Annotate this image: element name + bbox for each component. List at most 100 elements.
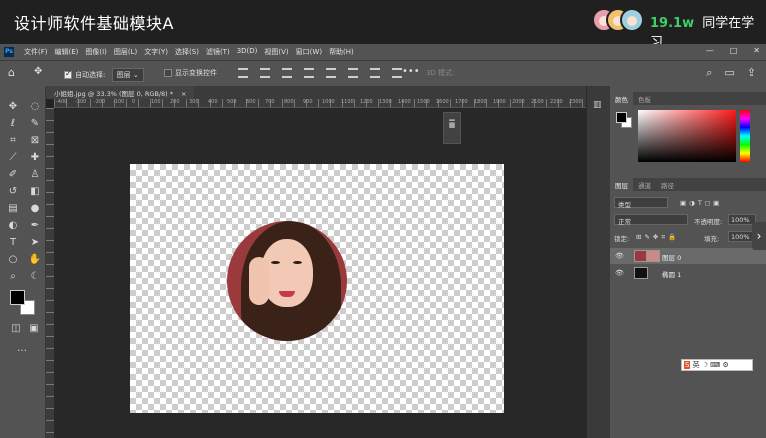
layer-row[interactable]: 👁 图层 0 xyxy=(610,248,766,264)
brush-icon[interactable]: ✐ xyxy=(3,168,23,182)
visibility-icon[interactable]: 👁 xyxy=(615,269,624,277)
frame-icon[interactable]: ⊠ xyxy=(25,134,45,148)
align-left-icon[interactable] xyxy=(238,68,248,78)
color-picker-field[interactable] xyxy=(638,110,736,162)
menu-edit[interactable]: 编辑(E) xyxy=(55,47,79,57)
tab-color[interactable]: 颜色 xyxy=(610,92,633,106)
ruler-label: 400 xyxy=(208,99,218,105)
lock-icons[interactable]: ⊞✎✥⌗🔒 xyxy=(636,233,679,242)
align-bottom-icon[interactable] xyxy=(348,68,358,78)
ruler-label: -400 xyxy=(56,99,68,105)
distribute-icon[interactable] xyxy=(370,68,380,78)
tab-channels[interactable]: 通道 xyxy=(633,178,656,192)
ruler-label: -300 xyxy=(75,99,87,105)
maximize-button[interactable]: □ xyxy=(730,46,738,55)
menu-bar: Ps 文件(F) 编辑(E) 图像(I) 图层(L) 文字(Y) 选择(S) 滤… xyxy=(0,44,766,60)
document-tab[interactable]: 小姐姐.jpg @ 33.3% (图层 0, RGB/8) * × xyxy=(46,86,195,99)
floating-properties-panel[interactable]: ▁ ▦ xyxy=(443,112,461,144)
banana-icon[interactable]: ☾ xyxy=(25,270,45,284)
blend-mode-value: 正常 xyxy=(618,218,631,226)
lasso-icon[interactable]: ℓ xyxy=(3,117,23,131)
menu-file[interactable]: 文件(F) xyxy=(24,47,48,57)
vertical-ruler[interactable] xyxy=(46,108,54,438)
show-transform-checkbox[interactable] xyxy=(164,69,172,77)
ruler-label: 200 xyxy=(170,99,180,105)
share-icon[interactable]: ⇪ xyxy=(747,66,756,80)
portrait-layer[interactable] xyxy=(227,221,347,341)
show-transform-option[interactable]: 显示变换控件 xyxy=(164,68,217,78)
pen-icon[interactable]: ✒ xyxy=(25,219,45,233)
marquee-icon[interactable]: ◌ xyxy=(25,100,45,114)
ime-toolbar[interactable]: S英 ☽ ⌨ ⚙ xyxy=(681,359,753,371)
menu-image[interactable]: 图像(I) xyxy=(85,47,107,57)
distribute-vertical-icon[interactable] xyxy=(392,68,402,78)
close-button[interactable]: ✕ xyxy=(753,46,760,55)
more-options-icon[interactable]: ••• xyxy=(402,66,420,77)
document-tab-title: 小姐姐.jpg @ 33.3% (图层 0, RGB/8) * xyxy=(54,90,174,98)
healing-brush-icon[interactable]: ✚ xyxy=(25,151,45,165)
quick-select-icon[interactable]: ✎ xyxy=(25,117,45,131)
properties-dock-icon[interactable]: ▥ xyxy=(593,100,602,110)
gradient-icon[interactable]: ▤ xyxy=(3,202,23,216)
panel-foreground-swatch[interactable] xyxy=(616,112,627,123)
menu-window[interactable]: 窗口(W) xyxy=(296,47,322,57)
crop-icon[interactable]: ⌗ xyxy=(3,134,23,148)
menu-view[interactable]: 视图(V) xyxy=(264,47,288,57)
tab-layers[interactable]: 图层 xyxy=(610,178,633,192)
type-icon[interactable]: T xyxy=(3,236,23,250)
quick-mask-icon[interactable]: ◫ xyxy=(6,322,26,336)
blend-mode-dropdown[interactable]: 正常 xyxy=(614,214,688,226)
fill-label: 填充: xyxy=(704,235,720,243)
search-icon[interactable]: ⌕ xyxy=(706,66,712,80)
canvas-area[interactable]: ▁ ▦ xyxy=(54,108,586,438)
layer-thumbnail xyxy=(646,250,660,262)
auto-select-checkbox[interactable] xyxy=(64,69,72,79)
move-icon[interactable]: ✥ xyxy=(3,100,23,114)
history-brush-icon[interactable]: ↺ xyxy=(3,185,23,199)
shape-icon[interactable]: ○ xyxy=(3,253,23,267)
menu-3d[interactable]: 3D(D) xyxy=(237,47,258,57)
tab-paths[interactable]: 路径 xyxy=(656,178,679,192)
horizontal-ruler[interactable]: -400 -300 -200 -100 0 100 200 300 400 500 600 700 80… xyxy=(54,99,586,108)
menu-help[interactable]: 帮助(H) xyxy=(329,47,354,57)
expand-arrow-icon[interactable]: › xyxy=(752,222,766,250)
menu-layer[interactable]: 图层(L) xyxy=(114,47,137,57)
eraser-icon[interactable]: ◧ xyxy=(25,185,45,199)
eye xyxy=(271,261,280,264)
auto-select-target-dropdown[interactable]: 图层 ⌄ xyxy=(111,68,144,82)
menu-filter[interactable]: 滤镜(T) xyxy=(206,47,230,57)
visibility-icon[interactable]: 👁 xyxy=(615,252,624,260)
dodge-icon[interactable]: ◐ xyxy=(3,219,23,233)
workspace-icon[interactable]: ▭ xyxy=(724,66,734,80)
menu-type[interactable]: 文字(Y) xyxy=(144,47,168,57)
align-middle-icon[interactable] xyxy=(326,68,336,78)
align-right-icon[interactable] xyxy=(282,68,292,78)
minimize-button[interactable]: — xyxy=(706,46,714,55)
document-canvas[interactable] xyxy=(130,164,504,413)
align-center-icon[interactable] xyxy=(260,68,270,78)
blur-icon[interactable]: ● xyxy=(25,202,45,216)
clone-stamp-icon[interactable]: ♙ xyxy=(25,168,45,182)
hand-icon[interactable]: ✋ xyxy=(25,253,45,267)
align-top-icon[interactable] xyxy=(304,68,314,78)
zoom-icon[interactable]: ⌕ xyxy=(3,270,23,284)
hue-slider[interactable] xyxy=(740,110,750,162)
edit-toolbar-icon[interactable]: … xyxy=(12,342,32,356)
opacity-label: 不透明度: xyxy=(694,218,723,226)
menu-select[interactable]: 选择(S) xyxy=(175,47,199,57)
tab-swatches[interactable]: 色板 xyxy=(633,92,656,106)
home-icon[interactable]: ⌂ xyxy=(8,66,15,79)
right-panels: 颜色 色板 图层 通道 路径 类型 ▣◑T◻▣ 正常 不透明度: 100% 锁定: ⊞… xyxy=(610,86,766,438)
close-tab-button[interactable]: × xyxy=(181,90,186,98)
auto-select-option[interactable]: 自动选择: 图层 ⌄ xyxy=(64,68,144,82)
path-select-icon[interactable]: ➤ xyxy=(25,236,45,250)
ruler-label: 800 xyxy=(284,99,294,105)
eyedropper-icon[interactable]: ⟋ xyxy=(3,151,23,165)
foreground-color-swatch[interactable] xyxy=(10,290,25,305)
layer-row[interactable]: 👁 椭圆 1 xyxy=(610,265,766,281)
move-tool-icon[interactable]: ✥ xyxy=(34,66,42,77)
ime-language[interactable]: 英 xyxy=(692,361,699,369)
kind-filter-dropdown[interactable]: 类型 xyxy=(614,197,668,209)
screen-mode-icon[interactable]: ▣ xyxy=(24,322,44,336)
layer-filter-icons[interactable]: ▣◑T◻▣ xyxy=(680,199,722,207)
